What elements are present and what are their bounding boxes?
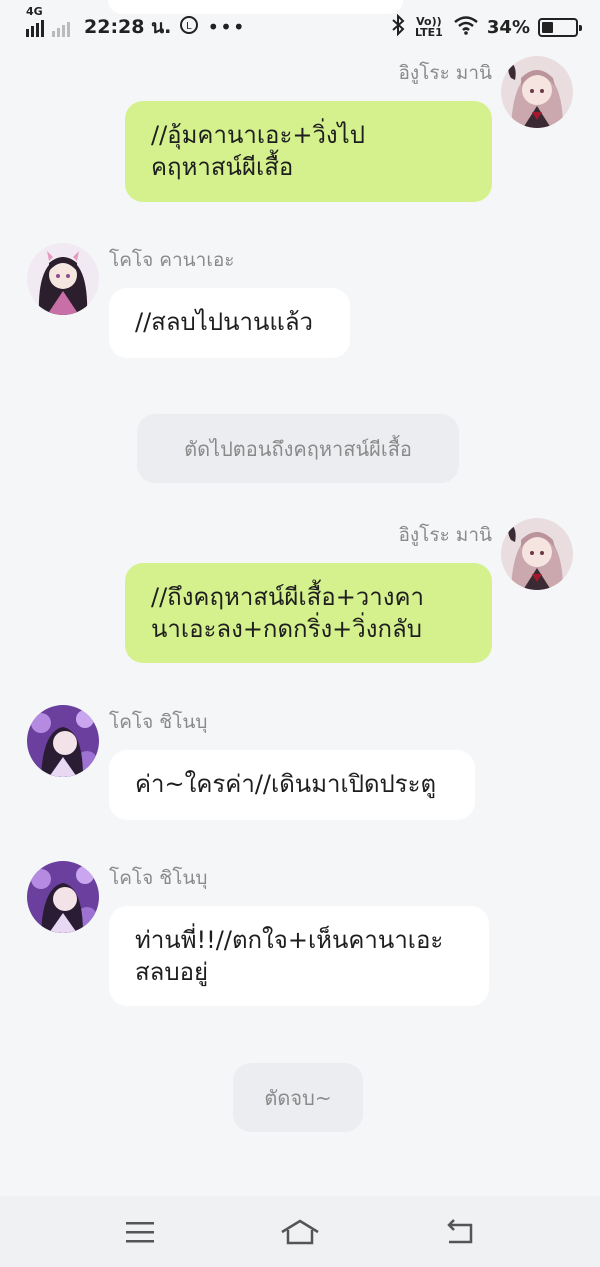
battery-fill <box>542 21 553 33</box>
avatar-image <box>501 518 573 590</box>
avatar-iguro[interactable] <box>501 518 573 590</box>
line-app-icon: L <box>179 15 199 40</box>
message-line: //สลบไปนานแล้ว <box>135 308 314 336</box>
navigation-bar <box>0 1196 600 1267</box>
sender-name: โคโจ ชิโนบุ <box>109 711 208 733</box>
signal-icon: 4G <box>26 5 76 37</box>
message-line: //ถึงคฤหาสน์ผีเสื้อ+วางคา <box>151 583 424 611</box>
home-button[interactable] <box>270 1207 330 1257</box>
bluetooth-icon <box>391 13 405 41</box>
system-message: ตัดจบ~ <box>233 1063 363 1132</box>
avatar-image <box>27 861 99 933</box>
avatar-kanae[interactable] <box>27 243 99 315</box>
wifi-icon <box>453 15 479 40</box>
avatar-image <box>27 705 99 777</box>
message-line: ท่านพี่!!//ตกใจ+เห็นคานาเอะ <box>135 926 444 954</box>
volte-indicator: Vo)) LTE1 <box>414 15 443 39</box>
message-line: //อุ้มคานาเอะ+วิ่งไป <box>151 121 365 149</box>
avatar-image <box>501 56 573 128</box>
network-type: 4G <box>26 5 43 18</box>
back-button[interactable] <box>430 1207 490 1257</box>
battery-percent: 34% <box>486 16 530 38</box>
message-line: นาเอะลง+กดกริ่ง+วิ่งกลับ <box>151 615 422 643</box>
system-message: ตัดไปตอนถึงคฤหาสน์ผีเสื้อ <box>137 414 459 483</box>
avatar-iguro[interactable] <box>501 56 573 128</box>
sender-name: อิงูโระ มานิ <box>398 62 492 84</box>
sender-name: อิงูโระ มานิ <box>398 524 492 546</box>
battery-icon <box>538 17 582 37</box>
more-icon: ••• <box>207 15 246 39</box>
home-icon <box>281 1219 319 1244</box>
outgoing-message-bubble[interactable]: //อุ้มคานาเอะ+วิ่งไป คฤหาสน์ผีเสื้อ <box>125 101 492 202</box>
outgoing-message-bubble[interactable]: //ถึงคฤหาสน์ผีเสื้อ+วางคา นาเอะลง+กดกริ่… <box>125 563 492 663</box>
message-line: สลบอยู่ <box>135 958 209 986</box>
menu-button[interactable] <box>110 1207 170 1257</box>
incoming-message-bubble[interactable]: ค่า~ใครค่า//เดินมาเปิดประตู <box>109 750 475 820</box>
incoming-message-bubble[interactable]: ท่านพี่!!//ตกใจ+เห็นคานาเอะ สลบอยู่ <box>109 906 489 1006</box>
clock: 22:28 น. <box>84 16 172 38</box>
message-line: ค่า~ใครค่า//เดินมาเปิดประตู <box>135 770 437 798</box>
incoming-message-bubble[interactable]: //สลบไปนานแล้ว <box>109 288 350 358</box>
sender-name: โคโจ ชิโนบุ <box>109 867 208 889</box>
avatar-shinobu[interactable] <box>27 705 99 777</box>
menu-icon <box>126 1221 154 1242</box>
status-bar: 4G 22:28 น. L ••• Vo)) LTE1 34% <box>0 0 600 54</box>
chat-area[interactable]: อิงูโระ มานิ //อุ้มคานาเอะ+วิ่งไป คฤหาสน… <box>0 0 600 1196</box>
avatar-shinobu[interactable] <box>27 861 99 933</box>
back-icon <box>447 1218 473 1243</box>
sender-name: โคโจ คานาเอะ <box>109 249 235 271</box>
avatar-image <box>27 243 99 315</box>
message-line: คฤหาสน์ผีเสื้อ <box>151 153 294 181</box>
svg-text:L: L <box>187 21 193 32</box>
